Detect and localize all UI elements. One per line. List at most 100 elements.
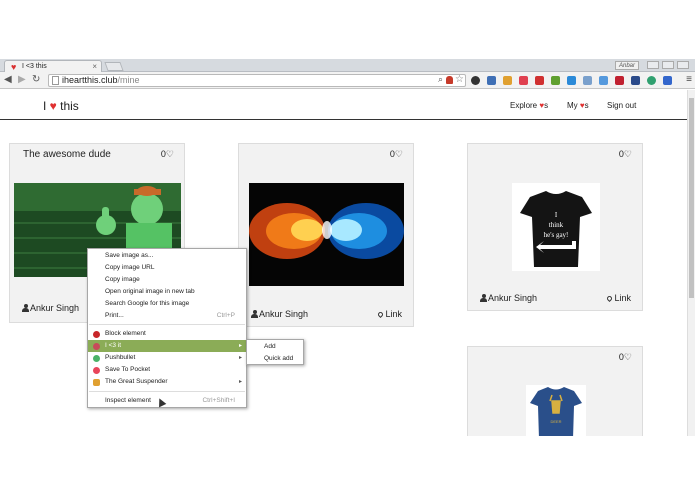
brand-pre: I [43,99,50,113]
scrollbar[interactable] [687,90,695,436]
submenu-item-add[interactable]: Add [247,341,303,353]
submenu-item-quick-add[interactable]: Quick add [247,353,303,365]
close-window-button[interactable] [677,61,689,69]
heart-favicon-icon: ♥ [11,62,17,72]
submenu-arrow-icon: ▸ [238,379,242,385]
menu-item-label: Pushbullet [105,354,136,361]
author-name: Ankur Singh [259,309,309,319]
cloud-extension-icon[interactable] [487,76,496,85]
author-name: Ankur Singh [30,303,80,313]
site-navbar: I ♥ this Explore ♥s My ♥s Sign out [0,90,687,120]
back-icon[interactable]: ◀ [4,74,12,86]
search-icon[interactable]: ⌕ [438,74,443,85]
adblock-extension-icon[interactable] [615,76,624,85]
like-button[interactable]: 0♡ [619,352,632,363]
menu-item-label: Save To Pocket [105,366,151,373]
menu-item-pushbullet[interactable]: Pushbullet ▸ [88,352,246,364]
screenshot-extension-icon[interactable] [599,76,608,85]
nav-explore-link[interactable]: Explore ♥s [510,101,548,110]
nav-my-link[interactable]: My ♥s [567,101,589,110]
brand-logo[interactable]: I ♥ this [43,99,79,113]
evernote-extension-icon[interactable] [551,76,560,85]
forward-icon[interactable]: ▶ [18,74,26,86]
menu-item-shortcut: Ctrl+Shift+I [202,397,235,404]
h-extension-icon[interactable] [631,76,640,85]
submenu-arrow-icon: ▸ [238,355,242,361]
source-link[interactable]: Link [377,309,402,319]
pocket-extension-icon[interactable] [519,76,528,85]
blue-tshirt-image[interactable]: DEER [526,385,586,436]
tab-title: I <3 this [22,63,47,70]
menu-item-shortcut: Ctrl+P [216,312,235,319]
shirt-text-line: think [549,221,564,229]
card-title: The awesome dude [23,149,111,160]
bookmark-star-icon[interactable]: ☆ [455,74,464,85]
nav-my-pre: My [567,101,580,110]
new-tab-button[interactable] [104,62,124,71]
close-tab-icon[interactable]: × [92,62,97,71]
scrollbar-thumb[interactable] [689,98,694,298]
menu-item-label: The Great Suspender [105,378,168,385]
menu-item-search-google[interactable]: Search Google for this image [88,298,246,310]
author-link[interactable]: Ankur Singh [22,303,79,313]
notification-extension-icon[interactable] [446,76,453,84]
suspender-extension-icon[interactable] [503,76,512,85]
address-bar[interactable]: iheartthis.club/mine ⌕ ☆ [48,74,466,87]
menu-item-label: Print... [105,312,124,319]
like-button[interactable]: 0♡ [161,149,174,160]
nav-signout-link[interactable]: Sign out [607,101,636,110]
menu-item-label: I <3 it [105,342,122,349]
menu-item-inspect-element[interactable]: Inspect element Ctrl+Shift+I [88,395,246,407]
menu-item-label: Copy image URL [105,264,155,271]
user-icon [22,304,29,312]
page-icon [52,76,59,85]
nav-explore-post: s [544,101,549,110]
menu-item-great-suspender[interactable]: The Great Suspender ▸ [88,376,246,388]
menu-item-save-to-pocket[interactable]: Save To Pocket [88,364,246,376]
menu-item-label: Inspect element [105,397,151,404]
drop-extension-icon[interactable] [567,76,576,85]
reload-icon[interactable]: ↻ [32,74,40,86]
like-button[interactable]: 0♡ [619,149,632,160]
like-button[interactable]: 0♡ [390,149,403,160]
camera-extension-icon[interactable] [583,76,592,85]
post-card: 0♡ Ankur Singh Link [238,143,414,327]
pushbullet-extension-icon[interactable] [647,76,656,85]
profile-badge[interactable]: Anbar [615,61,639,70]
menu-item-block-element[interactable]: Block element [88,328,246,340]
source-link[interactable]: Link [606,293,631,303]
location-pin-icon [606,294,614,303]
menu-icon[interactable]: ≡ [686,74,692,85]
menu-item-print[interactable]: Print... Ctrl+P [88,310,246,322]
url-path: /mine [117,75,140,85]
menu-item-open-image-new-tab[interactable]: Open original image in new tab [88,286,246,298]
pocket-icon [93,367,100,374]
suspender-icon [93,379,100,386]
author-link[interactable]: Ankur Singh [251,309,308,319]
location-pin-icon [377,310,385,319]
black-tshirt-image[interactable]: I think he's gay! [512,183,600,271]
menu-item-copy-image[interactable]: Copy image [88,274,246,286]
minimize-button[interactable] [647,61,659,69]
author-link[interactable]: Ankur Singh [480,293,537,303]
post-card: 0♡ I think he's gay! Ankur Singh Link [467,143,643,311]
menu-item-save-image[interactable]: Save image as... [88,250,246,262]
menu-separator [89,391,245,392]
gear-extension-icon[interactable] [471,76,480,85]
menu-item-copy-image-url[interactable]: Copy image URL [88,262,246,274]
menu-item-label: Search Google for this image [105,300,190,307]
menu-item-label: Save image as... [105,252,154,259]
fire-ice-fists-image[interactable] [249,183,404,286]
url-host: iheartthis.club [62,75,118,85]
block-extension-icon[interactable] [535,76,544,85]
cast-extension-icon[interactable] [663,76,672,85]
menu-item-i-heart-it[interactable]: I <3 it ▸ [88,340,246,352]
author-name: Ankur Singh [488,293,538,303]
menu-item-label: Copy image [105,276,140,283]
context-menu: Save image as... Copy image URL Copy ima… [87,248,247,408]
maximize-button[interactable] [662,61,674,69]
tab-strip: ♥ I <3 this × Anbar [0,59,695,73]
menu-item-label: Block element [105,330,146,337]
nav-explore-pre: Explore [510,101,540,110]
source-link-text: Link [614,293,631,303]
